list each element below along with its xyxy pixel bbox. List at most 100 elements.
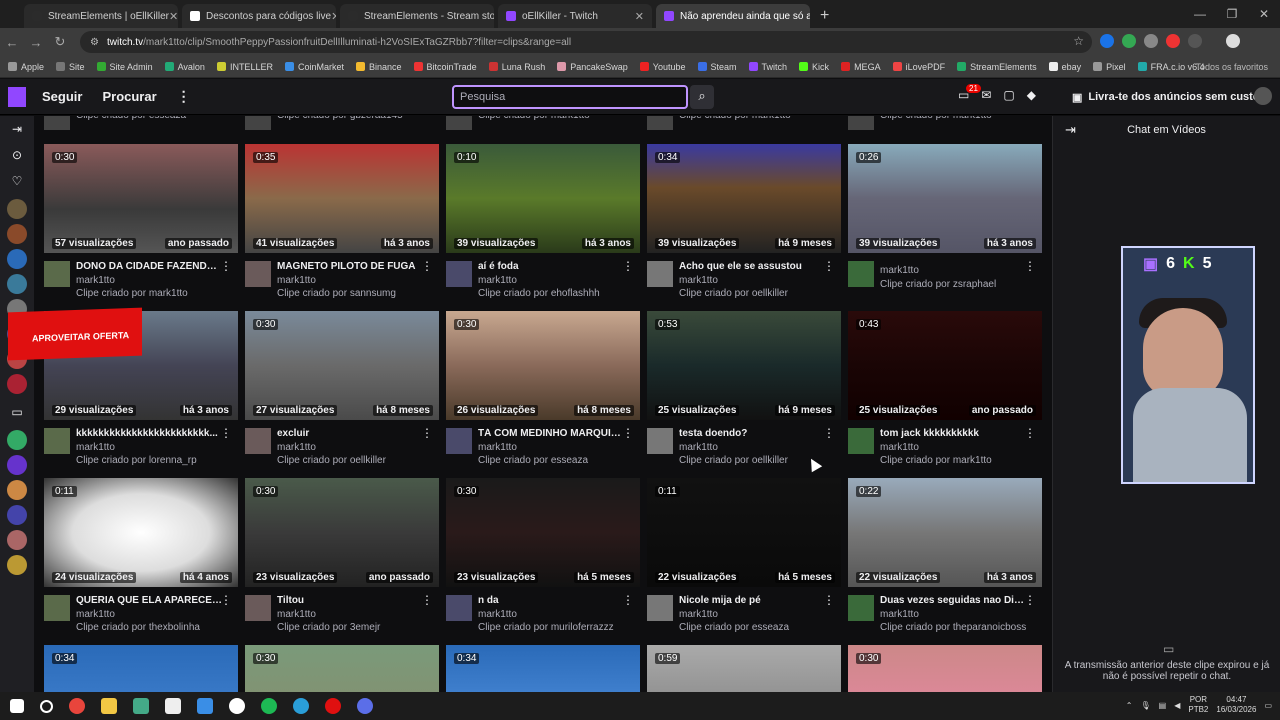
clip-thumbnail[interactable]: 0:10 39 visualizações há 3 anos bbox=[446, 144, 640, 253]
clip-channel[interactable]: mark1tto bbox=[679, 275, 718, 286]
clip-more-icon[interactable]: ⋮ bbox=[823, 593, 835, 607]
chrome-icon[interactable] bbox=[357, 698, 373, 714]
nav-browse[interactable]: Procurar bbox=[102, 89, 156, 104]
clip-channel[interactable]: mark1tto bbox=[277, 275, 316, 286]
clip-more-icon[interactable]: ⋮ bbox=[220, 593, 232, 607]
clip-avatar[interactable] bbox=[848, 428, 874, 454]
following-heart-icon[interactable]: ♡ bbox=[0, 168, 34, 194]
channel-avatar[interactable] bbox=[7, 480, 27, 500]
recommended-icon[interactable]: ⊙ bbox=[0, 142, 34, 168]
clip-avatar[interactable] bbox=[245, 261, 271, 287]
clip-avatar[interactable] bbox=[446, 428, 472, 454]
clip-card[interactable]: 0:10 39 visualizações há 3 anos aí é foda ma… bbox=[446, 144, 640, 301]
tab-close-icon[interactable]: ✕ bbox=[635, 10, 644, 23]
clip-card[interactable]: 0:30 26 visualizações há 8 meses TÁ COM MED… bbox=[446, 311, 640, 468]
clip-title[interactable]: Nicole mija de pé bbox=[679, 595, 827, 606]
tab-close-icon[interactable]: ✕ bbox=[331, 10, 336, 23]
clip-channel[interactable]: mark1tto bbox=[679, 442, 718, 453]
clip-avatar[interactable] bbox=[848, 595, 874, 621]
opera-icon[interactable] bbox=[325, 698, 341, 714]
clip-title[interactable]: tom jack kkkkkkkkkk bbox=[880, 428, 1028, 439]
clip-title[interactable]: Tiltou bbox=[277, 595, 425, 606]
clip-creator[interactable]: Clipe criado por oellkiller bbox=[679, 455, 788, 466]
clip-creator[interactable]: Clipe criado por esseaza bbox=[679, 622, 789, 633]
clip-channel[interactable]: mark1tto bbox=[880, 609, 919, 620]
bookmark-item[interactable]: Luna Rush bbox=[488, 62, 545, 72]
clip-more-icon[interactable]: ⋮ bbox=[622, 426, 634, 440]
browser-tab[interactable]: StreamElements - Stream store✕ bbox=[340, 4, 494, 28]
bookmark-star-icon[interactable]: ☆ bbox=[1073, 34, 1084, 48]
speaker-icon[interactable]: ◀ bbox=[1174, 701, 1180, 710]
bookmark-item[interactable]: Pixel bbox=[1093, 62, 1126, 72]
channel-avatar[interactable] bbox=[7, 274, 27, 294]
clip-creator[interactable]: Clipe criado por mark1tto bbox=[76, 288, 188, 299]
clip-avatar[interactable] bbox=[446, 261, 472, 287]
channel-avatar[interactable] bbox=[7, 455, 27, 475]
clip-thumbnail[interactable]: 0:26 39 visualizações há 3 anos bbox=[848, 144, 1042, 253]
clip-avatar[interactable] bbox=[44, 428, 70, 454]
bookmark-item[interactable]: iLovePDF bbox=[892, 62, 945, 72]
bookmark-item[interactable]: Binance bbox=[355, 62, 402, 72]
bookmark-item[interactable]: Site bbox=[56, 62, 85, 72]
twitch-logo-icon[interactable] bbox=[8, 86, 26, 107]
clip-card[interactable]: 0:53 25 visualizações há 9 meses testa doen… bbox=[647, 311, 841, 468]
clip-creator[interactable]: Clipe criado por gbzeraa145 bbox=[277, 116, 403, 121]
bookmark-item[interactable]: ebay bbox=[1048, 62, 1081, 72]
bookmark-item[interactable]: Steam bbox=[697, 62, 737, 72]
expand-sidebar-icon[interactable]: ⇥ bbox=[0, 116, 34, 142]
clip-creator[interactable]: Clipe criado por oellkiller bbox=[679, 288, 788, 299]
clip-thumbnail[interactable]: 0:11 24 visualizações há 4 anos bbox=[44, 478, 238, 587]
channel-avatar[interactable] bbox=[7, 249, 27, 269]
channel-avatar[interactable] bbox=[7, 224, 27, 244]
clip-avatar[interactable] bbox=[245, 428, 271, 454]
browser-tab[interactable]: Não aprendeu ainda que só ac...✕ bbox=[656, 4, 810, 28]
clip-avatar[interactable] bbox=[848, 261, 874, 287]
clip-card[interactable]: 0:30 bbox=[848, 645, 1042, 692]
clip-thumbnail[interactable]: 0:34 bbox=[44, 645, 238, 692]
clip-card[interactable]: 0:11 22 visualizações há 5 meses Nicole mij… bbox=[647, 478, 841, 635]
clip-thumbnail[interactable]: 0:30 23 visualizações ano passado bbox=[245, 478, 439, 587]
browser-tab[interactable]: StreamElements | oEllKiller ✕ bbox=[24, 4, 178, 28]
file-explorer-icon[interactable] bbox=[101, 698, 117, 714]
clip-channel[interactable]: mark1tto bbox=[76, 442, 115, 453]
clip-avatar[interactable] bbox=[647, 116, 673, 130]
channel-avatar[interactable] bbox=[7, 530, 27, 550]
bookmark-item[interactable]: Youtube bbox=[639, 62, 686, 72]
more-menu-icon[interactable]: ⋮ bbox=[177, 88, 191, 105]
video-icon[interactable]: ▭ bbox=[0, 399, 34, 425]
clip-title[interactable]: kkkkkkkkkkkkkkkkkkkkkkkk... bbox=[76, 428, 224, 439]
clip-creator[interactable]: Clipe criado por lorenna_rp bbox=[76, 455, 197, 466]
clip-title[interactable]: TÁ COM MEDINHO MARQUITO? bbox=[478, 428, 626, 439]
clip-creator[interactable]: Clipe criado por theparanoicboss bbox=[880, 622, 1026, 633]
clip-channel[interactable]: mark1tto bbox=[76, 609, 115, 620]
clip-creator[interactable]: Clipe criado por mark1tto bbox=[478, 116, 590, 121]
clip-avatar[interactable] bbox=[446, 595, 472, 621]
clip-channel[interactable]: mark1tto bbox=[478, 275, 517, 286]
clip-channel[interactable]: mark1tto bbox=[478, 609, 517, 620]
user-avatar[interactable] bbox=[1254, 87, 1272, 105]
clip-card[interactable]: 0:34 bbox=[446, 645, 640, 692]
clip-creator[interactable]: Clipe criado por muriloferrazzz bbox=[478, 622, 614, 633]
clip-avatar[interactable] bbox=[848, 116, 874, 130]
bookmark-item[interactable]: PancakeSwap bbox=[557, 62, 628, 72]
clip-more-icon[interactable]: ⋮ bbox=[823, 426, 835, 440]
clip-more-icon[interactable]: ⋮ bbox=[421, 593, 433, 607]
bookmark-item[interactable]: INTELLER bbox=[216, 62, 273, 72]
clip-card[interactable]: 0:30 27 visualizações há 8 meses excluir mar… bbox=[245, 311, 439, 468]
channel-avatar[interactable] bbox=[7, 505, 27, 525]
collapse-chat-icon[interactable]: ⇥ bbox=[1065, 116, 1076, 144]
clip-channel[interactable]: mark1tto bbox=[880, 265, 919, 276]
bookmark-item[interactable]: Avalon bbox=[164, 62, 205, 72]
clip-title[interactable]: MAGNETO PILOTO DE FUGA bbox=[277, 261, 425, 272]
clip-more-icon[interactable]: ⋮ bbox=[220, 426, 232, 440]
itunes-icon[interactable] bbox=[229, 698, 245, 714]
nav-following[interactable]: Seguir bbox=[42, 89, 82, 104]
clip-creator[interactable]: Clipe criado por oellkiller bbox=[277, 455, 386, 466]
clip-channel[interactable]: mark1tto bbox=[277, 609, 316, 620]
search-input[interactable]: Pesquisa bbox=[452, 85, 688, 109]
clip-thumbnail[interactable]: 0:30 27 visualizações há 8 meses bbox=[245, 311, 439, 420]
channel-avatar[interactable] bbox=[7, 555, 27, 575]
extension-icon[interactable] bbox=[1188, 34, 1202, 48]
clip-title[interactable]: testa doendo? bbox=[679, 428, 827, 439]
clip-more-icon[interactable]: ⋮ bbox=[622, 593, 634, 607]
